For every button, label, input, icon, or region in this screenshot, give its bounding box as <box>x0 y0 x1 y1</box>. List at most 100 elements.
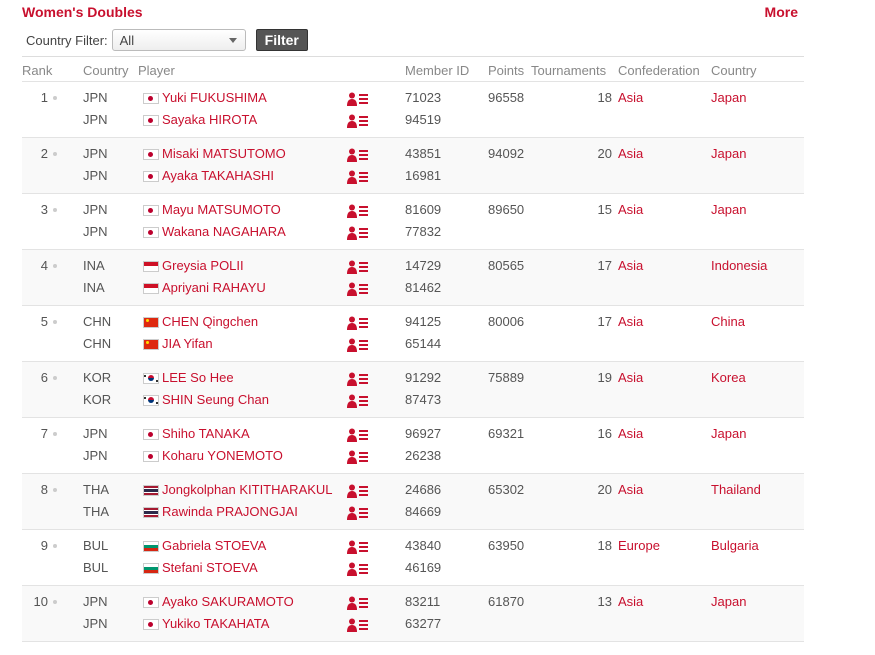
confederation-link[interactable]: Asia <box>618 594 643 609</box>
confederation-link[interactable]: Asia <box>618 90 643 105</box>
tournaments-value: 20 <box>597 146 612 161</box>
country-filter-select[interactable]: All <box>111 29 246 51</box>
country-link[interactable]: Japan <box>711 202 746 217</box>
col-confederation[interactable]: Confederation <box>618 63 700 78</box>
player-name-link[interactable]: Mayu MATSUMOTO <box>162 202 281 217</box>
player-profile-icon[interactable] <box>347 372 369 386</box>
player-profile-icon[interactable] <box>347 618 369 632</box>
player-profile-icon[interactable] <box>347 540 369 554</box>
country-link[interactable]: China <box>711 314 745 329</box>
player-name-link[interactable]: Yuki FUKUSHIMA <box>162 90 267 105</box>
player-name-link[interactable]: Stefani STOEVA <box>162 560 258 575</box>
player-profile-icon[interactable] <box>347 562 369 576</box>
player-profile-icon[interactable] <box>347 92 369 106</box>
player-profile-icon[interactable] <box>347 316 369 330</box>
member-id: 96927 <box>405 426 442 441</box>
country-link[interactable]: Thailand <box>711 482 761 497</box>
confederation-link[interactable]: Asia <box>618 482 643 497</box>
country-flag-icon <box>143 373 159 384</box>
player-profile-icon[interactable] <box>347 260 369 274</box>
player-name-link[interactable]: Yukiko TAKAHATA <box>162 616 269 631</box>
country-link[interactable]: Japan <box>711 426 746 441</box>
rank-change-dot-icon <box>53 544 57 548</box>
filter-button[interactable]: Filter <box>255 29 308 51</box>
player-profile-icon[interactable] <box>347 226 369 240</box>
col-country[interactable]: Country <box>711 63 757 78</box>
rank-value: 5 <box>40 314 48 329</box>
player-name-link[interactable]: Jongkolphan KITITHARAKUL <box>162 482 333 497</box>
country-link[interactable]: Bulgaria <box>711 538 759 553</box>
more-link[interactable]: More <box>765 4 798 20</box>
table-row: 2 JPN Misaki MATSUTOMO 43851 JPN Ayaka TAKAHA… <box>22 138 804 194</box>
col-rank[interactable]: Rank <box>22 63 52 78</box>
member-id: 24686 <box>405 482 442 497</box>
rank-value: 1 <box>40 90 48 105</box>
player-profile-icon[interactable] <box>347 428 369 442</box>
member-id: 65144 <box>405 336 442 351</box>
member-id: 81609 <box>405 202 442 217</box>
country-flag-icon <box>143 205 159 216</box>
rank-change-dot-icon <box>53 264 57 268</box>
country-link[interactable]: Japan <box>711 90 746 105</box>
player-name-link[interactable]: Koharu YONEMOTO <box>162 448 283 463</box>
points-value: 80565 <box>488 258 525 273</box>
player-name-link[interactable]: Sayaka HIROTA <box>162 112 257 127</box>
player-profile-icon[interactable] <box>347 170 369 184</box>
country-flag-icon <box>143 597 159 608</box>
rank-change-dot-icon <box>53 320 57 324</box>
rank-value: 6 <box>40 370 48 385</box>
col-country-code[interactable]: Country <box>83 63 129 78</box>
player-name-link[interactable]: JIA Yifan <box>162 336 213 351</box>
player-profile-icon[interactable] <box>347 338 369 352</box>
confederation-link[interactable]: Asia <box>618 314 643 329</box>
rank-change-dot-icon <box>53 376 57 380</box>
member-id: 46169 <box>405 560 442 575</box>
col-member-id[interactable]: Member ID <box>405 63 469 78</box>
member-id: 26238 <box>405 448 442 463</box>
country-flag-icon <box>143 149 159 160</box>
confederation-link[interactable]: Europe <box>618 538 660 553</box>
player-profile-icon[interactable] <box>347 204 369 218</box>
player-name-link[interactable]: Ayaka TAKAHASHI <box>162 168 274 183</box>
player-profile-icon[interactable] <box>347 506 369 520</box>
player-profile-icon[interactable] <box>347 148 369 162</box>
confederation-link[interactable]: Asia <box>618 258 643 273</box>
player-profile-icon[interactable] <box>347 114 369 128</box>
confederation-link[interactable]: Asia <box>618 370 643 385</box>
player-name-link[interactable]: Gabriela STOEVA <box>162 538 266 553</box>
player-name-link[interactable]: LEE So Hee <box>162 370 234 385</box>
country-link[interactable]: Indonesia <box>711 258 767 273</box>
rank-value: 2 <box>40 146 48 161</box>
player-profile-icon[interactable] <box>347 484 369 498</box>
table-row: 7 JPN Shiho TANAKA 96927 JPN Koharu YONEMOTO 2… <box>22 418 804 474</box>
rank-change-dot-icon <box>53 432 57 436</box>
rankings-panel: Women's Doubles More Country Filter: All… <box>22 0 804 642</box>
player-name-link[interactable]: SHIN Seung Chan <box>162 392 269 407</box>
player-name-link[interactable]: Greysia POLII <box>162 258 244 273</box>
player-name-link[interactable]: Rawinda PRAJONGJAI <box>162 504 298 519</box>
player-name-link[interactable]: CHEN Qingchen <box>162 314 258 329</box>
player-country-code: BUL <box>83 560 109 575</box>
confederation-link[interactable]: Asia <box>618 146 643 161</box>
player-name-link[interactable]: Ayako SAKURAMOTO <box>162 594 294 609</box>
tournaments-value: 15 <box>597 202 612 217</box>
player-name-link[interactable]: Misaki MATSUTOMO <box>162 146 286 161</box>
player-profile-icon[interactable] <box>347 282 369 296</box>
country-link[interactable]: Korea <box>711 370 746 385</box>
player-profile-icon[interactable] <box>347 596 369 610</box>
country-link[interactable]: Japan <box>711 594 746 609</box>
col-tournaments[interactable]: Tournaments <box>531 63 606 78</box>
player-name-link[interactable]: Shiho TANAKA <box>162 426 250 441</box>
confederation-link[interactable]: Asia <box>618 426 643 441</box>
player-name-link[interactable]: Wakana NAGAHARA <box>162 224 286 239</box>
country-link[interactable]: Japan <box>711 146 746 161</box>
country-filter-row: Country Filter: All Filter <box>26 27 308 53</box>
player-name-link[interactable]: Apriyani RAHAYU <box>162 280 266 295</box>
confederation-link[interactable]: Asia <box>618 202 643 217</box>
player-profile-icon[interactable] <box>347 450 369 464</box>
col-player[interactable]: Player <box>138 63 175 78</box>
player-profile-icon[interactable] <box>347 394 369 408</box>
col-points[interactable]: Points <box>488 63 524 78</box>
table-row: 6 KOR LEE So Hee 91292 KOR SHIN Seung Chan 874… <box>22 362 804 418</box>
member-id: 71023 <box>405 90 442 105</box>
